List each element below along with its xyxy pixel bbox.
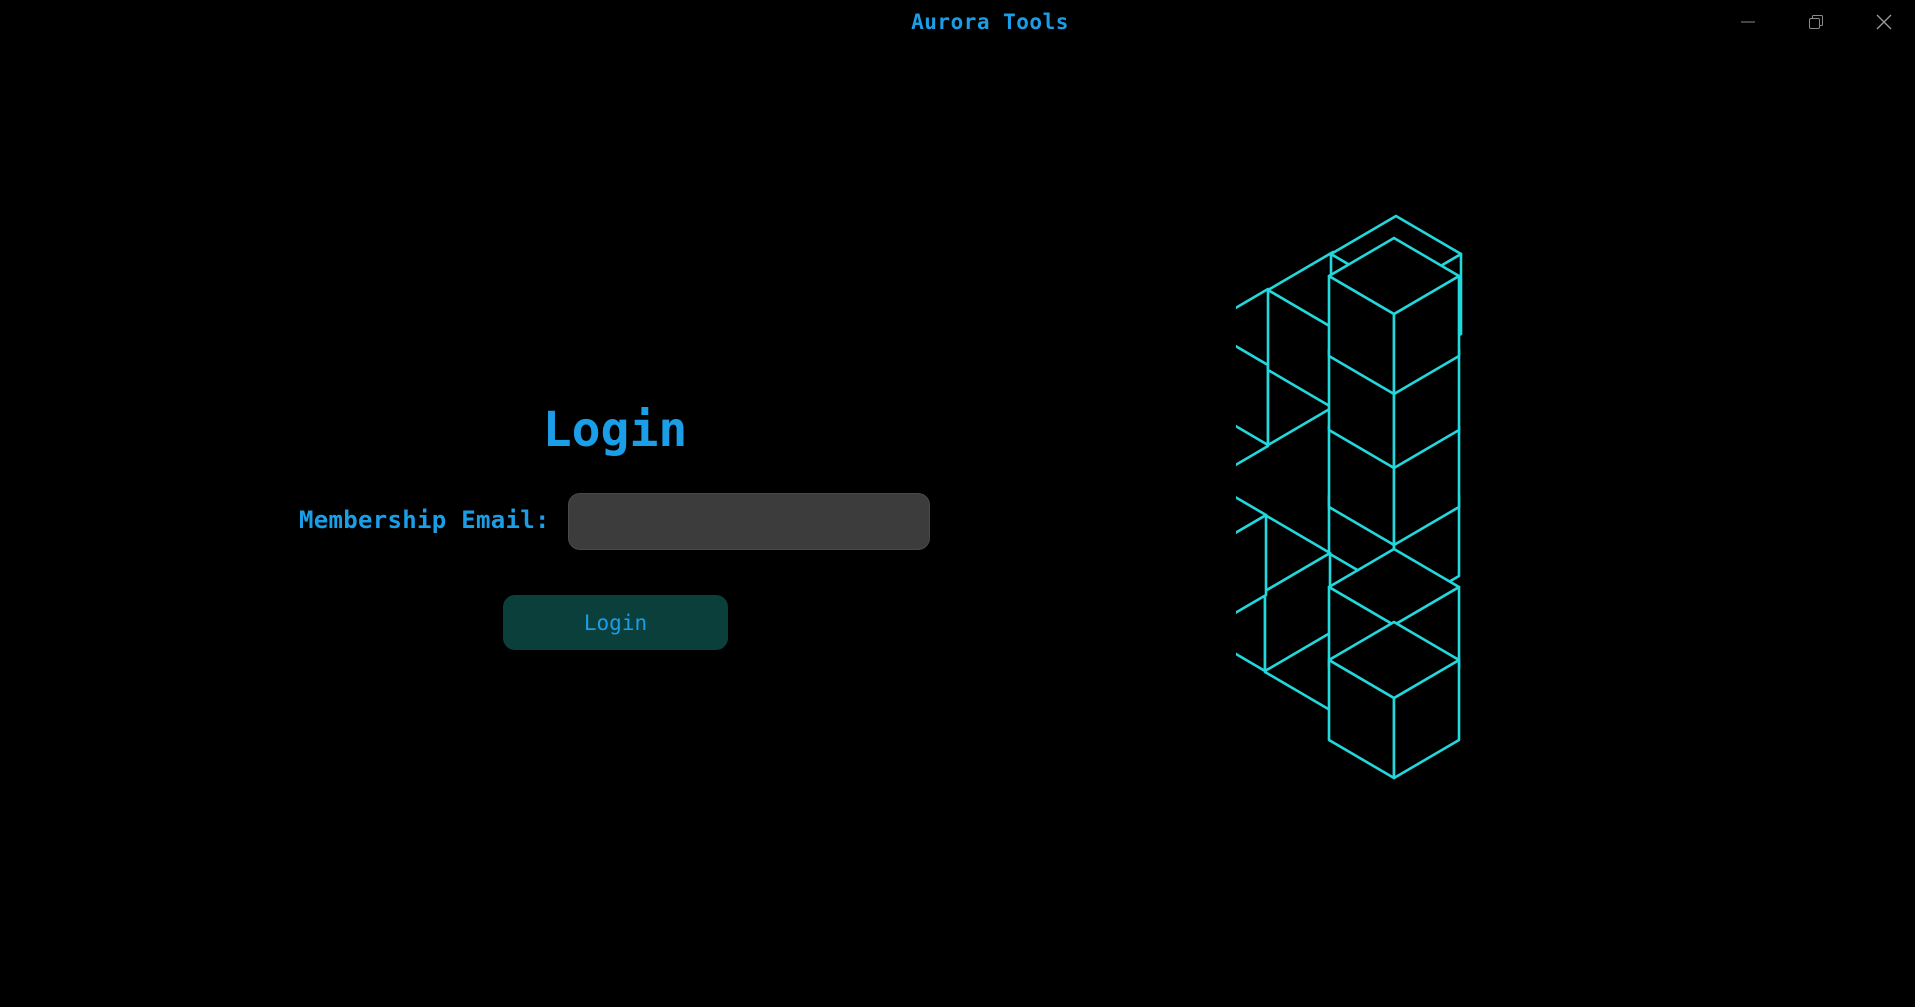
membership-email-label: Membership Email: [299, 506, 550, 534]
close-button[interactable] [1850, 0, 1915, 44]
close-icon [1876, 14, 1892, 30]
restore-icon [1809, 15, 1823, 29]
login-heading: Login [542, 402, 688, 458]
login-button[interactable]: Login [503, 595, 728, 650]
window-title: Aurora Tools [911, 10, 1069, 34]
minimize-icon [1741, 21, 1755, 23]
minimize-button[interactable] [1714, 0, 1782, 44]
maximize-button[interactable] [1782, 0, 1850, 44]
title-bar: Aurora Tools [0, 0, 1915, 44]
impossible-triangle-cubes-icon [1236, 214, 1463, 780]
membership-email-input[interactable] [568, 493, 930, 550]
impossible-triangle-illustration [1236, 212, 1770, 822]
